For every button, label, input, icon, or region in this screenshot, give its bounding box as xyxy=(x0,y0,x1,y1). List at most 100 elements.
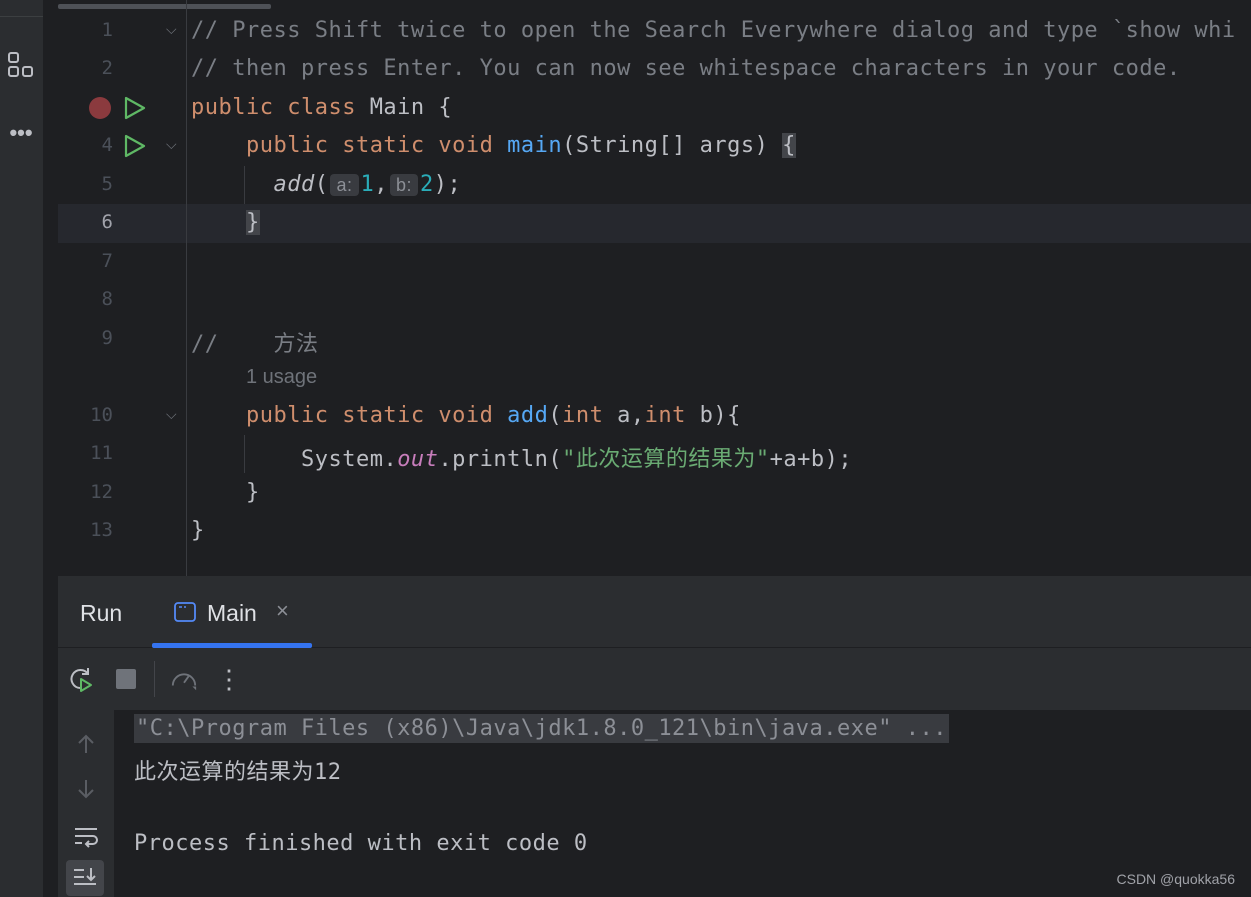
line-number: 1 xyxy=(101,19,113,41)
run-toolbar: ⋮ xyxy=(58,649,1251,709)
brace: } xyxy=(191,518,205,543)
brace: } xyxy=(245,480,260,505)
keyword: public static void xyxy=(245,133,508,158)
code-line-9[interactable]: 9 // 方法 xyxy=(58,320,1251,359)
stop-button[interactable] xyxy=(112,665,140,693)
fold-chevron-icon[interactable]: ⌵ xyxy=(166,22,180,36)
keyword: int xyxy=(644,403,686,428)
editor-scroll-indicator xyxy=(58,4,271,9)
tab-main[interactable]: Main × xyxy=(152,576,312,648)
fold-chevron-icon[interactable]: ⌵ xyxy=(166,407,180,421)
strip-divider xyxy=(0,16,43,17)
indent-guide xyxy=(244,435,245,473)
run-panel: Run Main × ⋮ "C:\Program Files (x86)\Jav… xyxy=(58,576,1251,897)
run-panel-header: Run Main × xyxy=(58,576,1251,648)
code-line-12[interactable]: 12 } xyxy=(58,474,1251,513)
comment-text: // then press Enter. You can now see whi… xyxy=(191,56,1181,81)
system-ref: System. xyxy=(300,447,398,472)
rerun-button[interactable] xyxy=(66,665,94,693)
method-call: add xyxy=(273,172,315,197)
method-name: add xyxy=(507,403,549,428)
param-hint-a: a: xyxy=(330,174,359,196)
keyword: public class xyxy=(191,95,370,120)
code-line-5[interactable]: 5 add(a: 1, b: 2); xyxy=(58,166,1251,205)
paren: ( xyxy=(548,403,563,428)
comma: , xyxy=(374,172,388,197)
code-line-4[interactable]: 4 ⌵ public static void main(String[] arg… xyxy=(58,127,1251,166)
line-number: 11 xyxy=(90,442,113,464)
more-horizontal-icon[interactable]: ••• xyxy=(6,118,36,148)
line-number: 10 xyxy=(90,404,113,426)
string-literal: "此次运算的结果为" xyxy=(562,447,770,472)
number-literal: 1 xyxy=(360,172,375,197)
code-line-1[interactable]: 1 ⌵ // Press Shift twice to open the Sea… xyxy=(58,12,1251,51)
code-text: } xyxy=(191,210,260,235)
line-number: 9 xyxy=(101,327,113,349)
fold-chevron-icon[interactable]: ⌵ xyxy=(166,137,180,151)
run-panel-title: Run xyxy=(80,600,123,626)
toolbar-separator xyxy=(154,661,155,697)
console-output-line: 此次运算的结果为12 xyxy=(134,760,342,785)
run-icon[interactable] xyxy=(122,96,146,120)
param-hint-b: b: xyxy=(390,174,419,196)
watermark: CSDN @quokka56 xyxy=(1116,871,1236,887)
scroll-down-icon[interactable] xyxy=(72,775,100,803)
more-options-icon[interactable]: ⋮ xyxy=(215,664,243,694)
keyword: public static void xyxy=(245,403,508,428)
scroll-to-end-icon[interactable] xyxy=(66,860,104,896)
scroll-up-icon[interactable] xyxy=(72,730,100,758)
usage-hint[interactable]: 1 usage xyxy=(246,366,317,389)
console-side-toolbar xyxy=(58,710,114,897)
method-name: main xyxy=(507,133,563,158)
comment-text: // Press Shift twice to open the Search … xyxy=(191,18,1236,43)
code-line-10[interactable]: 10 ⌵ public static void add(int a,int b)… xyxy=(58,397,1251,436)
code-line-11[interactable]: 11 System.out.println("此次运算的结果为"+a+b); xyxy=(58,435,1251,474)
line-number: 8 xyxy=(101,288,113,310)
number-literal: 2 xyxy=(420,172,434,197)
code-text: public static void add(int a,int b){ xyxy=(191,403,741,428)
code-line-6-current[interactable]: 6 } xyxy=(58,204,1251,243)
brace-highlight: } xyxy=(245,210,260,235)
console-command-line: "C:\Program Files (x86)\Java\jdk1.8.0_12… xyxy=(134,714,949,743)
code-line-13[interactable]: 13 } xyxy=(58,512,1251,551)
console-output[interactable]: "C:\Program Files (x86)\Java\jdk1.8.0_12… xyxy=(114,710,1251,897)
code-line-2[interactable]: 2 // then press Enter. You can now see w… xyxy=(58,50,1251,89)
code-line-7[interactable]: 7 xyxy=(58,243,1251,282)
keyword: int xyxy=(562,403,604,428)
left-tool-strip: ••• xyxy=(0,0,43,897)
run-icon[interactable] xyxy=(122,134,146,158)
active-tab-indicator xyxy=(152,643,312,648)
code-line-8[interactable]: 8 xyxy=(58,281,1251,320)
breakpoint-icon[interactable] xyxy=(88,96,112,120)
method-call: .println( xyxy=(438,447,563,472)
code-text: } xyxy=(191,480,260,505)
tab-label: Main xyxy=(207,600,257,626)
line-number: 6 xyxy=(101,211,113,233)
usage-hint-row: 1 usage xyxy=(58,358,1251,397)
gutter-divider xyxy=(186,0,187,576)
strip-gap xyxy=(43,0,58,897)
static-field: out xyxy=(397,447,439,472)
line-number: 7 xyxy=(101,250,113,272)
line-number: 13 xyxy=(90,519,113,541)
comment-text: // 方法 xyxy=(191,332,319,357)
paren: ); xyxy=(433,172,462,197)
code-line-3[interactable]: public class Main { xyxy=(58,89,1251,128)
params: (String[] args) xyxy=(562,133,783,158)
expression: +a+b); xyxy=(769,447,853,472)
class-decl: Main { xyxy=(369,95,453,120)
brace-highlight: { xyxy=(782,133,796,158)
soft-wrap-icon[interactable] xyxy=(72,822,100,850)
code-text: System.out.println("此次运算的结果为"+a+b); xyxy=(191,441,852,473)
line-number: 2 xyxy=(101,57,113,79)
line-number: 4 xyxy=(101,134,113,156)
code-editor[interactable]: 1 ⌵ // Press Shift twice to open the Sea… xyxy=(58,0,1251,576)
code-text: add(a: 1, b: 2); xyxy=(191,172,461,197)
structure-icon[interactable] xyxy=(6,50,36,80)
close-icon[interactable]: × xyxy=(276,598,289,624)
line-number: 5 xyxy=(101,173,113,195)
code-text: public static void main(String[] args) { xyxy=(191,133,796,158)
param: a, xyxy=(603,403,645,428)
line-number: 12 xyxy=(90,481,113,503)
profiler-icon[interactable] xyxy=(170,665,198,693)
